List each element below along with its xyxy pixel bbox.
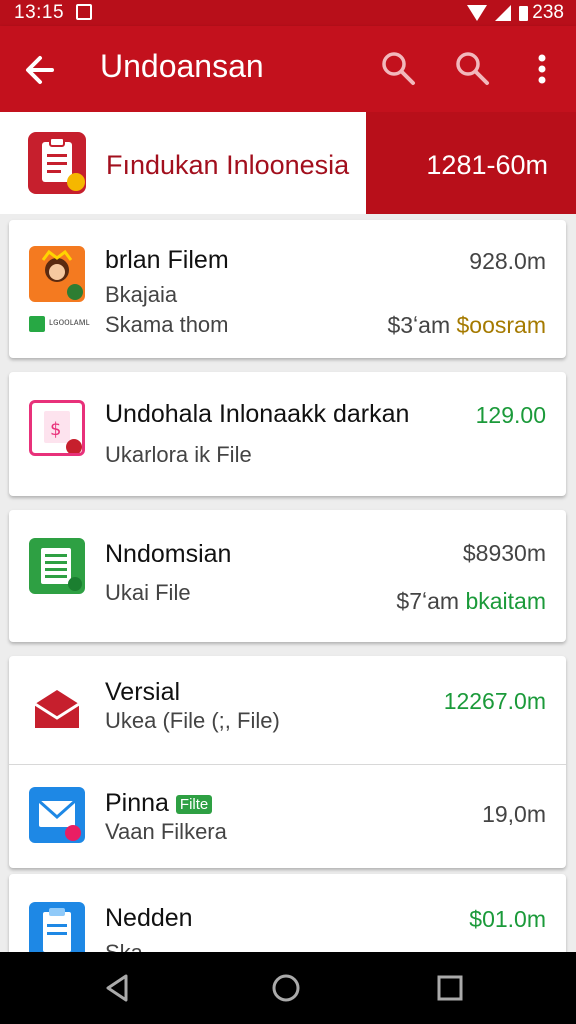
nav-back-icon <box>106 974 128 1002</box>
page-title: Undoansan <box>100 48 264 84</box>
item-amount: $8930m <box>462 540 546 566</box>
item-subtitle: Ukea (File (;, File) <box>105 708 280 733</box>
spreadsheet-icon <box>29 538 85 594</box>
item-subtitle: Vaan Filkera <box>105 819 227 844</box>
item-amount: 129.00 <box>475 402 546 428</box>
invoice-icon: $ <box>29 400 85 456</box>
item-amount-secondary: $3ʻam $oosram <box>387 312 546 339</box>
battery-level: 238 <box>532 2 564 23</box>
search-icon <box>382 52 415 85</box>
summary-label: Fındukan Inloonesia <box>106 150 350 180</box>
list-item[interactable]: ʟɢᴏᴏʟᴀᴍʟ brlan Filem Bkajaia Skama thom … <box>9 220 566 358</box>
search-icon <box>456 52 489 85</box>
envelope-icon <box>29 682 85 738</box>
item-amount: $01.0m <box>469 906 546 932</box>
item-badge: ʟɢᴏᴏʟᴀᴍʟ <box>49 317 90 328</box>
more-options-button[interactable] <box>530 50 554 90</box>
item-subtitle-2: Skama thom <box>105 312 229 337</box>
nav-home-button[interactable] <box>268 970 304 1006</box>
item-subtitle: Bkajaia <box>105 282 178 307</box>
list-group: Versial Ukea (File (;, File) 12267.0m Pi… <box>9 656 566 868</box>
status-bar: 13:15 238 <box>0 0 576 26</box>
item-amount-highlight: bkaitam <box>465 588 546 614</box>
item-amount-secondary: $7ʻam bkaitam <box>396 588 546 615</box>
svg-text:$: $ <box>50 419 61 440</box>
signal-icon <box>495 5 512 21</box>
item-title: Versial <box>105 678 181 706</box>
item-subtitle: Ukarlora ik File <box>105 442 252 467</box>
list-item[interactable]: $ Undohala Inlonaakk darkan Ukarlora ik … <box>9 372 566 496</box>
item-title: Nndomsian <box>105 540 232 568</box>
item-amount: 12267.0m <box>443 688 546 714</box>
list-item[interactable]: Pinna Filte Vaan Filkera 19,0m <box>9 765 566 868</box>
battery-icon <box>519 5 529 21</box>
wifi-icon <box>467 5 488 21</box>
search-button[interactable] <box>378 48 418 88</box>
back-arrow-icon <box>26 56 54 84</box>
nav-recents-button[interactable] <box>432 970 468 1006</box>
item-amount-prefix: $7ʻam <box>396 588 460 614</box>
search-button-secondary[interactable] <box>452 48 492 88</box>
nav-back-button[interactable] <box>100 970 136 1006</box>
item-amount: 928.0m <box>469 248 546 274</box>
status-time: 13:15 <box>14 2 65 23</box>
check-badge-icon <box>29 316 45 332</box>
notification-icon <box>76 4 92 20</box>
item-amount-prefix: $3ʻam <box>387 312 451 338</box>
list-item[interactable]: Nndomsian Ukai File $8930m $7ʻam bkaitam <box>9 510 566 642</box>
mail-icon <box>29 787 85 843</box>
clipboard-icon <box>28 132 86 194</box>
app-bar: Undoansan <box>0 26 576 112</box>
list-item[interactable]: Versial Ukea (File (;, File) 12267.0m <box>9 656 566 764</box>
avatar-icon <box>29 246 85 302</box>
summary-banner[interactable]: Fındukan Inloonesia 1281-60m <box>0 112 576 214</box>
nav-home-icon <box>272 974 300 1002</box>
nav-recents-icon <box>437 975 463 1001</box>
item-title-text: Pinna <box>105 789 169 817</box>
back-button[interactable] <box>20 48 64 92</box>
document-icon <box>29 902 85 958</box>
item-title: brlan Filem <box>105 246 229 274</box>
item-title: Nedden <box>105 904 193 932</box>
item-amount: 19,0m <box>482 801 546 827</box>
more-vert-icon <box>538 54 546 84</box>
item-tag: Filte <box>175 794 213 814</box>
item-subtitle: Ukai File <box>105 580 191 605</box>
navigation-bar <box>0 952 576 1024</box>
summary-amount: 1281-60m <box>426 150 548 180</box>
item-amount-highlight: $oosram <box>456 312 546 338</box>
status-icons: 238 <box>467 2 564 24</box>
item-title: Undohala Inlonaakk darkan <box>105 400 410 428</box>
item-title: Pinna Filte <box>105 789 213 818</box>
